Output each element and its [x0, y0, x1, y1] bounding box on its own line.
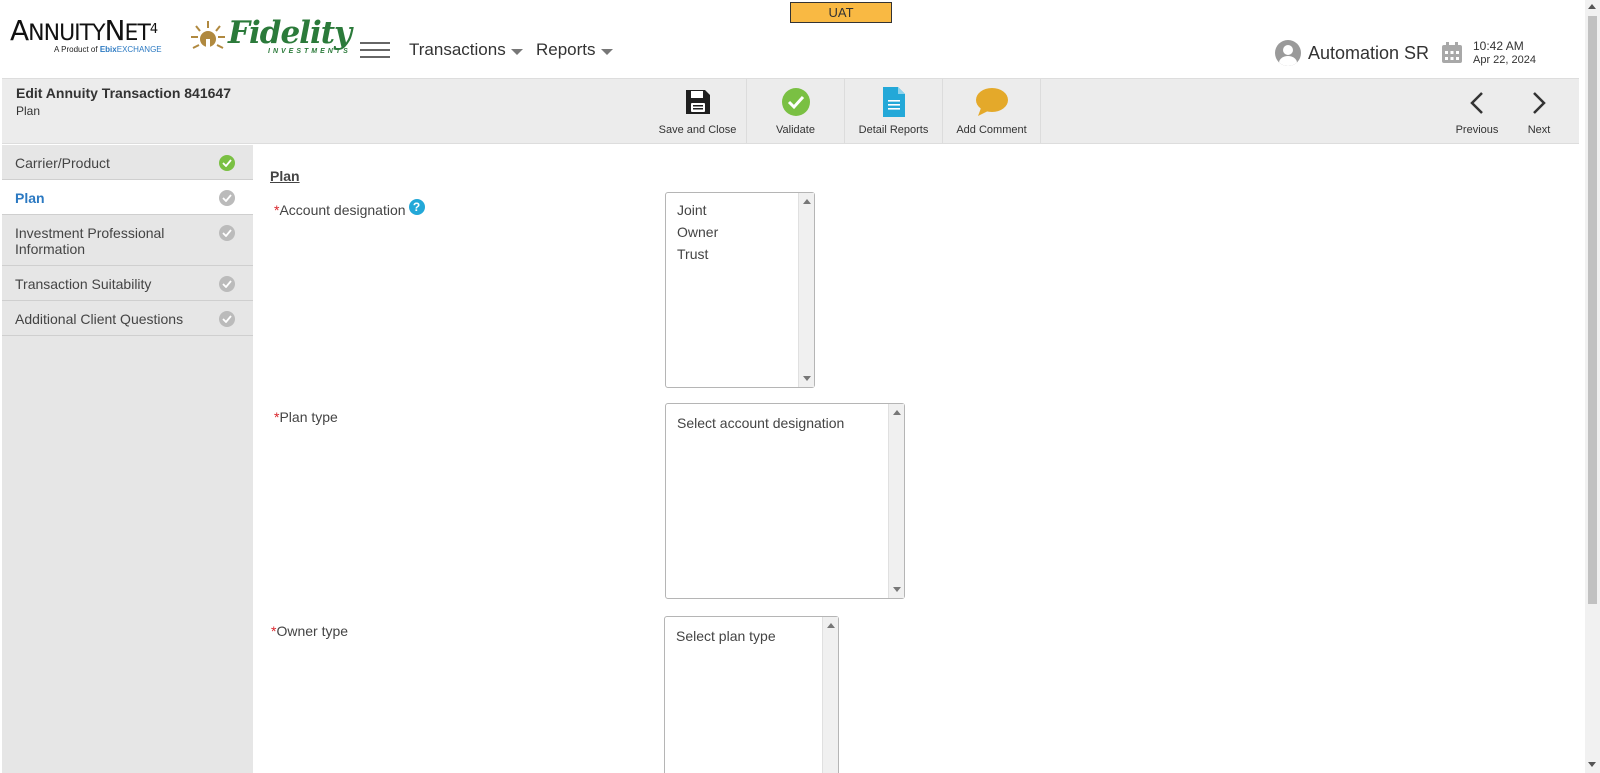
sidebar-item-investment-professional[interactable]: Investment Professional Information: [2, 215, 253, 266]
sidebar-item-additional-client-questions[interactable]: Additional Client Questions: [2, 301, 253, 336]
page-title: Edit Annuity Transaction 841647: [16, 85, 231, 101]
previous-button[interactable]: Previous: [1447, 79, 1507, 143]
list-option: Select account designation: [677, 415, 845, 431]
comment-icon: [975, 88, 1008, 116]
annuitynet-logo[interactable]: ANNUITYNET4 A Product of EbixEXCHANGE: [10, 14, 162, 54]
plan-type-listbox[interactable]: Select account designation: [665, 403, 905, 599]
main-content: Plan *Account designation? Joint Owner T…: [253, 145, 1585, 773]
save-and-close-button[interactable]: Save and Close: [649, 79, 747, 143]
user-menu[interactable]: Automation SR: [1275, 40, 1429, 66]
save-icon: [685, 90, 710, 114]
sidebar-item-carrier-product[interactable]: Carrier/Product: [2, 145, 253, 180]
chevron-down-icon: [510, 48, 523, 55]
check-pending-icon: [219, 225, 235, 241]
check-pending-icon: [219, 190, 235, 206]
step-sidebar: Carrier/Product Plan Investment Professi…: [2, 145, 253, 773]
datetime: 10:42 AM Apr 22, 2024: [1473, 39, 1536, 67]
list-option: Select plan type: [676, 628, 776, 644]
listbox-scrollbar[interactable]: [888, 404, 904, 598]
add-comment-button[interactable]: Add Comment: [943, 79, 1041, 143]
scroll-down-icon[interactable]: [1588, 762, 1596, 767]
account-designation-listbox[interactable]: Joint Owner Trust: [665, 192, 815, 388]
check-complete-icon: [219, 155, 235, 171]
nav-transactions[interactable]: Transactions: [409, 40, 523, 60]
next-button[interactable]: Next: [1509, 79, 1569, 143]
chevron-down-icon: [600, 48, 613, 55]
list-option[interactable]: Trust: [666, 243, 814, 265]
page-subtitle: Plan: [16, 104, 41, 118]
list-option[interactable]: Owner: [666, 221, 814, 243]
hamburger-menu-icon[interactable]: [360, 42, 390, 60]
help-icon[interactable]: ?: [408, 199, 425, 215]
owner-type-listbox[interactable]: Select plan type: [664, 616, 839, 773]
validate-button[interactable]: Validate: [747, 79, 845, 143]
date-label: Apr 22, 2024: [1473, 54, 1536, 66]
time-label: 10:42 AM: [1473, 39, 1524, 53]
calendar-icon[interactable]: [1441, 42, 1463, 64]
user-name: Automation SR: [1308, 42, 1430, 63]
nav-reports[interactable]: Reports: [536, 40, 613, 60]
check-circle-icon: [781, 88, 810, 116]
plan-type-label: *Plan type: [274, 409, 338, 425]
document-icon: [882, 87, 905, 117]
listbox-scrollbar[interactable]: [822, 617, 838, 773]
page-scrollbar[interactable]: [1585, 0, 1600, 773]
environment-badge: UAT: [790, 2, 892, 23]
action-toolbar: Edit Annuity Transaction 841647 Plan Sav…: [2, 78, 1579, 144]
chevron-right-icon: [1533, 92, 1546, 114]
listbox-scrollbar[interactable]: [798, 193, 814, 387]
sidebar-item-transaction-suitability[interactable]: Transaction Suitability: [2, 266, 253, 301]
owner-type-label: *Owner type: [271, 623, 349, 639]
sidebar-item-plan[interactable]: Plan: [2, 180, 253, 215]
scroll-thumb[interactable]: [1588, 16, 1597, 604]
check-pending-icon: [219, 276, 235, 292]
detail-reports-button[interactable]: Detail Reports: [845, 79, 943, 143]
scroll-up-icon[interactable]: [1588, 4, 1596, 9]
app-header: UAT ANNUITYNET4 A Product of EbixEXCHANG…: [0, 0, 1585, 78]
user-avatar-icon: [1275, 40, 1301, 66]
fidelity-sun-icon: [191, 20, 225, 53]
check-pending-icon: [219, 311, 235, 327]
section-title: Plan: [270, 168, 300, 184]
chevron-left-icon: [1470, 92, 1483, 114]
account-designation-label: *Account designation?: [274, 199, 425, 218]
list-option[interactable]: Joint: [666, 199, 814, 221]
fidelity-logo: Fidelity INVESTMENTS: [190, 18, 352, 55]
